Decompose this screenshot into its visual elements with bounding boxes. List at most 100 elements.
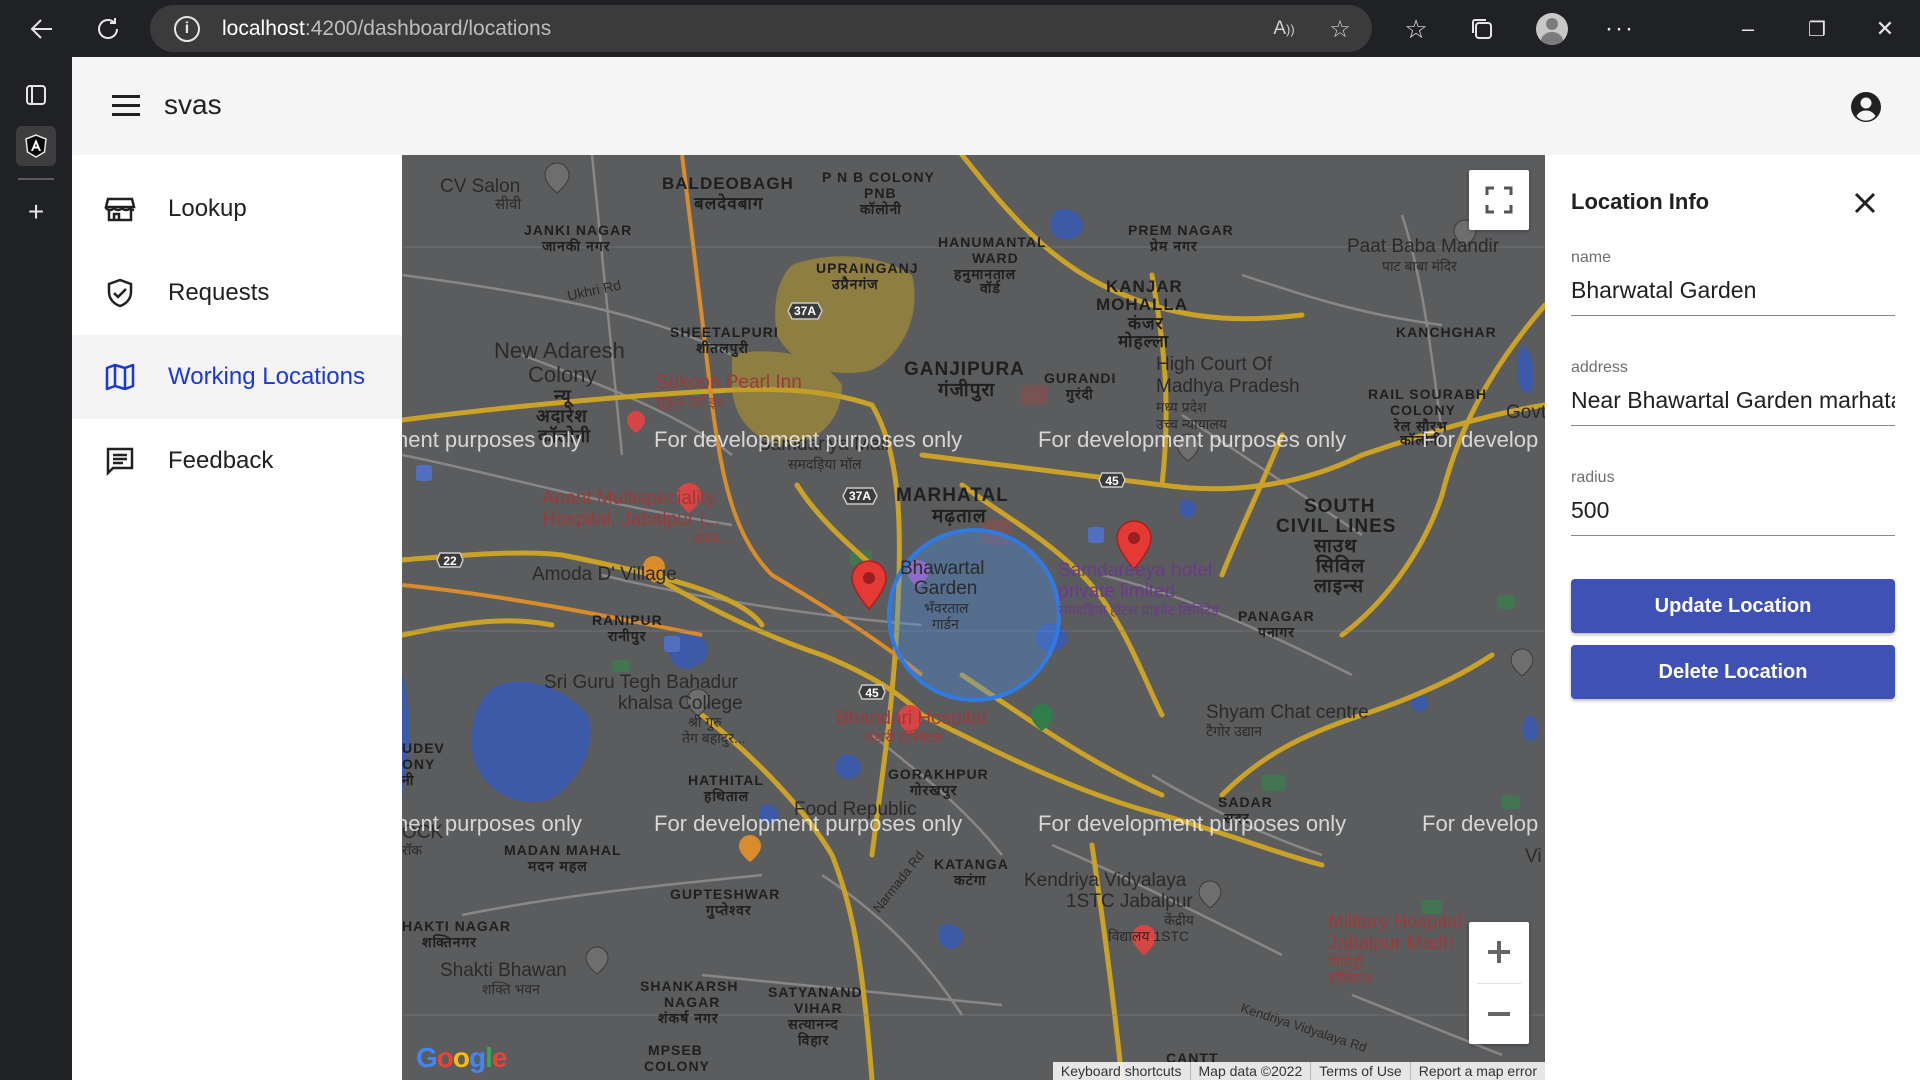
map-label: Hospital, Jabalpur |... xyxy=(542,509,721,530)
map-label: Kendriya Vidyalaya xyxy=(1024,870,1187,891)
collections-icon[interactable] xyxy=(1467,14,1497,44)
dev-watermark: For develop xyxy=(1422,427,1539,452)
map-label: रानीपुर xyxy=(608,628,647,644)
map-label: प्रेम नगर xyxy=(1150,238,1198,254)
map-label: MOHALLA xyxy=(1096,295,1188,314)
map-label: Sri Guru Tegh Bahadur xyxy=(544,672,738,693)
map-label: RAIL SOURABH xyxy=(1368,386,1488,402)
map-label: JANKI NAGAR xyxy=(524,222,633,238)
map-label: High Court Of xyxy=(1156,354,1273,375)
app-header: svas xyxy=(72,57,1920,155)
map-label: मदन महल xyxy=(528,858,588,874)
read-aloud-icon[interactable]: A)) xyxy=(1270,15,1298,43)
dev-watermark: nent purposes only xyxy=(402,427,582,452)
radius-input[interactable]: 500 xyxy=(1571,497,1895,536)
nav-item-feedback[interactable]: Feedback xyxy=(72,419,402,503)
map-label: HAKTI NAGAR xyxy=(402,918,511,934)
route-37a-shield: 37A xyxy=(794,304,816,318)
dev-watermark: For development purposes only xyxy=(654,427,963,452)
map-label: WARD xyxy=(972,250,1019,266)
dev-watermark: For development purposes only xyxy=(1038,427,1347,452)
map-label: बलदेवबाग xyxy=(694,194,764,213)
map-label: कॉलोनी xyxy=(860,201,902,217)
location-marker[interactable] xyxy=(851,560,887,610)
map-label: COLONY xyxy=(644,1058,710,1074)
vertical-tab-strip: + xyxy=(0,57,72,1080)
address-bar[interactable]: i localhost:4200/dashboard/locations A))… xyxy=(150,5,1372,52)
map-label: उप्रैनगंज xyxy=(832,276,879,292)
restore-icon[interactable]: ❐ xyxy=(1800,12,1834,46)
map-label: मध्य प्रदेश xyxy=(1156,399,1207,415)
map-label: शक्तिनगर xyxy=(422,934,478,950)
refresh-icon[interactable] xyxy=(93,14,123,44)
map-label: जानकी नगर xyxy=(542,238,611,254)
google-logo[interactable]: Google xyxy=(416,1042,507,1074)
zoom-in-button[interactable] xyxy=(1469,922,1529,982)
map-label: Amoda D' Village xyxy=(532,564,677,585)
map-view[interactable]: 37A 37A 45 22 45 CV Salon सीवी BALDEOBAG… xyxy=(402,155,1545,1080)
name-field: name Bharwatal Garden xyxy=(1571,249,1895,316)
map-attribution: Keyboard shortcuts Map data ©2022 Terms … xyxy=(1052,1062,1545,1080)
map-label: Military Hospital xyxy=(1328,912,1463,933)
delete-location-button[interactable]: Delete Location xyxy=(1571,645,1895,699)
map-label: MPSEB xyxy=(648,1042,703,1058)
map-label: GUPTESHWAR xyxy=(670,886,781,902)
map-label: HATHITAL xyxy=(688,772,764,788)
nav-item-lookup[interactable]: Lookup xyxy=(72,167,402,251)
map-label: P N B COLONY xyxy=(822,169,935,185)
map-label: केंद्रीय xyxy=(1164,912,1194,928)
fullscreen-button[interactable] xyxy=(1469,170,1529,230)
report-map-error-link[interactable]: Report a map error xyxy=(1409,1062,1545,1080)
address-input[interactable]: Near Bhawartal Garden marhatal xyxy=(1571,387,1895,426)
tab-actions-icon[interactable] xyxy=(16,75,56,115)
radius-field: radius 500 xyxy=(1571,469,1895,536)
keyboard-shortcuts-link[interactable]: Keyboard shortcuts xyxy=(1053,1062,1190,1080)
close-icon[interactable]: ✕ xyxy=(1868,12,1902,46)
account-icon[interactable] xyxy=(1850,91,1882,123)
add-favorite-icon[interactable]: ☆ xyxy=(1326,15,1354,43)
map-label: मोहल्ला xyxy=(1118,332,1170,351)
zoom-out-button[interactable] xyxy=(1469,984,1529,1044)
map-label: सत्यानन्द xyxy=(788,1016,839,1032)
map-label: अदारेश xyxy=(536,406,588,426)
map-label: न्यू xyxy=(554,386,572,406)
back-icon[interactable] xyxy=(27,14,57,44)
dev-watermark: nent purposes only xyxy=(402,811,582,836)
url-host: localhost xyxy=(222,16,305,40)
name-label: name xyxy=(1571,249,1612,266)
map-label: गंजीपुरा xyxy=(938,380,996,401)
map-label: हॉस्पिटल xyxy=(1328,970,1373,986)
nav-item-requests[interactable]: Requests xyxy=(72,251,402,335)
address-field: address Near Bhawartal Garden marhatal xyxy=(1571,359,1895,426)
name-input[interactable]: Bharwatal Garden xyxy=(1571,277,1895,316)
active-tab-icon[interactable] xyxy=(16,126,56,166)
map-label: नी xyxy=(402,772,415,788)
shield-check-icon xyxy=(107,278,133,308)
profile-icon[interactable] xyxy=(1536,13,1568,45)
new-tab-icon[interactable]: + xyxy=(16,192,56,232)
terms-of-use-link[interactable]: Terms of Use xyxy=(1310,1062,1409,1080)
plus-icon xyxy=(1488,941,1510,963)
url-text[interactable]: localhost:4200/dashboard/locations xyxy=(222,17,551,41)
map-label: रॉक xyxy=(402,842,423,858)
map-label: Madhya Pradesh xyxy=(1156,376,1300,397)
info-icon[interactable]: i xyxy=(174,15,200,42)
fullscreen-icon xyxy=(1485,186,1513,214)
map-data-text: Map data ©2022 xyxy=(1189,1062,1311,1080)
route-22-shield: 22 xyxy=(443,554,457,568)
menu-icon[interactable] xyxy=(112,95,140,117)
nav-item-working-locations[interactable]: Working Locations xyxy=(72,335,402,419)
close-panel-icon[interactable] xyxy=(1849,187,1881,219)
more-icon[interactable]: ··· xyxy=(1603,12,1637,46)
map-label: GORAKHPUR xyxy=(888,766,989,782)
update-location-button[interactable]: Update Location xyxy=(1571,579,1895,633)
map-label: Jabalpur Madh xyxy=(1328,933,1454,954)
minimize-icon[interactable]: – xyxy=(1731,12,1765,46)
map-label: श्री गुरु xyxy=(688,714,722,730)
map-label: KANJAR xyxy=(1106,277,1183,296)
favorites-icon[interactable]: ☆ xyxy=(1401,14,1431,44)
map-label: विद्यालय 1STC xyxy=(1108,928,1190,944)
map-label: Bhawartal xyxy=(900,558,985,579)
map-label: PANAGAR xyxy=(1238,608,1315,624)
map-label: Colony xyxy=(528,362,597,387)
